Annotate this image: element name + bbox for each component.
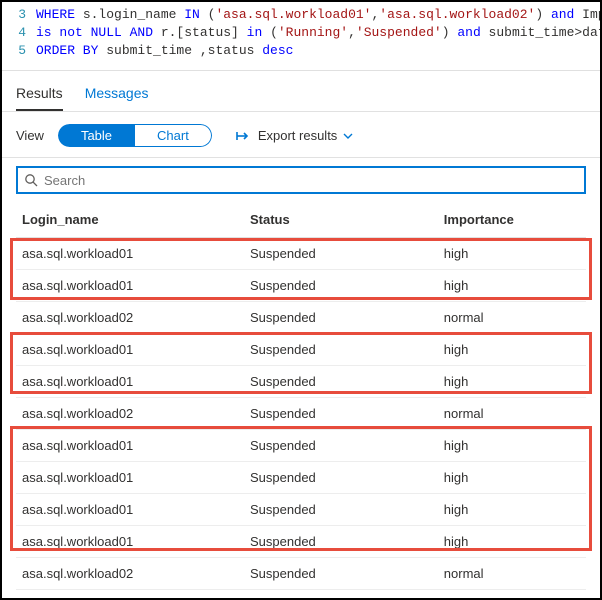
cell-status: Suspended (244, 494, 438, 526)
cell-status: Suspended (244, 238, 438, 270)
code-line: 3 WHERE s.login_name IN ('asa.sql.worklo… (2, 6, 600, 24)
results-grid-wrap: Login_name Status Importance asa.sql.wor… (2, 202, 600, 598)
cell-importance: high (438, 494, 586, 526)
table-row[interactable]: asa.sql.workload01Suspendedhigh (16, 366, 586, 398)
table-row[interactable]: asa.sql.workload01Suspendedhigh (16, 334, 586, 366)
cell-importance: high (438, 462, 586, 494)
code-line: 5 ORDER BY submit_time ,status desc (2, 42, 600, 60)
cell-importance: normal (438, 398, 586, 430)
code-line: 4 is not NULL AND r.[status] in ('Runnin… (2, 24, 600, 42)
cell-status: Suspended (244, 462, 438, 494)
search-box[interactable] (16, 166, 586, 194)
result-tabs: Results Messages (2, 71, 600, 111)
table-row[interactable]: asa.sql.workload01Suspendedhigh (16, 270, 586, 302)
cell-login: asa.sql.workload01 (16, 526, 244, 558)
cell-importance: normal (438, 558, 586, 590)
cell-login: asa.sql.workload02 (16, 398, 244, 430)
line-number: 4 (2, 24, 36, 42)
table-row[interactable]: asa.sql.workload01Suspendedhigh (16, 462, 586, 494)
cell-status: Suspended (244, 558, 438, 590)
cell-status: Suspended (244, 526, 438, 558)
code-text: is not NULL AND r.[status] in ('Running'… (36, 24, 600, 42)
col-importance[interactable]: Importance (438, 202, 586, 238)
sql-editor[interactable]: 3 WHERE s.login_name IN ('asa.sql.worklo… (2, 2, 600, 70)
code-text: ORDER BY submit_time ,status desc (36, 42, 293, 60)
tab-results[interactable]: Results (16, 85, 63, 111)
chevron-down-icon (343, 131, 353, 141)
table-row[interactable]: asa.sql.workload01Suspendedhigh (16, 238, 586, 270)
view-toggle-table[interactable]: Table (58, 124, 135, 147)
table-row[interactable]: asa.sql.workload01Suspendedhigh (16, 494, 586, 526)
cell-status: Suspended (244, 270, 438, 302)
table-row[interactable]: asa.sql.workload02Suspendednormal (16, 558, 586, 590)
export-label: Export results (258, 128, 337, 143)
search-input[interactable] (38, 173, 578, 188)
cell-login: asa.sql.workload02 (16, 302, 244, 334)
table-row[interactable]: asa.sql.workload02Suspendednormal (16, 398, 586, 430)
cell-importance: high (438, 270, 586, 302)
cell-login: asa.sql.workload01 (16, 462, 244, 494)
cell-status: Suspended (244, 302, 438, 334)
header-row: Login_name Status Importance (16, 202, 586, 238)
cell-importance: high (438, 238, 586, 270)
search-icon (24, 173, 38, 187)
line-number: 3 (2, 6, 36, 24)
cell-importance: high (438, 430, 586, 462)
cell-status: Suspended (244, 366, 438, 398)
cell-login: asa.sql.workload02 (16, 558, 244, 590)
export-results-button[interactable]: Export results (236, 128, 353, 143)
view-toggle-chart[interactable]: Chart (135, 124, 212, 147)
export-icon (236, 129, 252, 143)
cell-login: asa.sql.workload01 (16, 334, 244, 366)
col-login-name[interactable]: Login_name (16, 202, 244, 238)
cell-status: Suspended (244, 398, 438, 430)
cell-login: asa.sql.workload01 (16, 238, 244, 270)
table-row[interactable]: asa.sql.workload01Suspendedhigh (16, 526, 586, 558)
cell-login: asa.sql.workload01 (16, 494, 244, 526)
cell-login: asa.sql.workload01 (16, 430, 244, 462)
cell-login: asa.sql.workload01 (16, 366, 244, 398)
cell-importance: normal (438, 302, 586, 334)
line-number: 5 (2, 42, 36, 60)
cell-importance: high (438, 334, 586, 366)
table-row[interactable]: asa.sql.workload02Suspendednormal (16, 302, 586, 334)
tab-messages[interactable]: Messages (85, 85, 149, 111)
search-container (2, 158, 600, 202)
view-toggle: Table Chart (58, 124, 212, 147)
cell-status: Suspended (244, 334, 438, 366)
view-toolbar: View Table Chart Export results (2, 111, 600, 158)
cell-importance: high (438, 366, 586, 398)
code-text: WHERE s.login_name IN ('asa.sql.workload… (36, 6, 600, 24)
cell-status: Suspended (244, 430, 438, 462)
cell-importance: high (438, 526, 586, 558)
cell-login: asa.sql.workload01 (16, 270, 244, 302)
col-status[interactable]: Status (244, 202, 438, 238)
table-row[interactable]: asa.sql.workload01Suspendedhigh (16, 430, 586, 462)
view-label: View (16, 128, 44, 143)
results-table: Login_name Status Importance asa.sql.wor… (16, 202, 586, 590)
